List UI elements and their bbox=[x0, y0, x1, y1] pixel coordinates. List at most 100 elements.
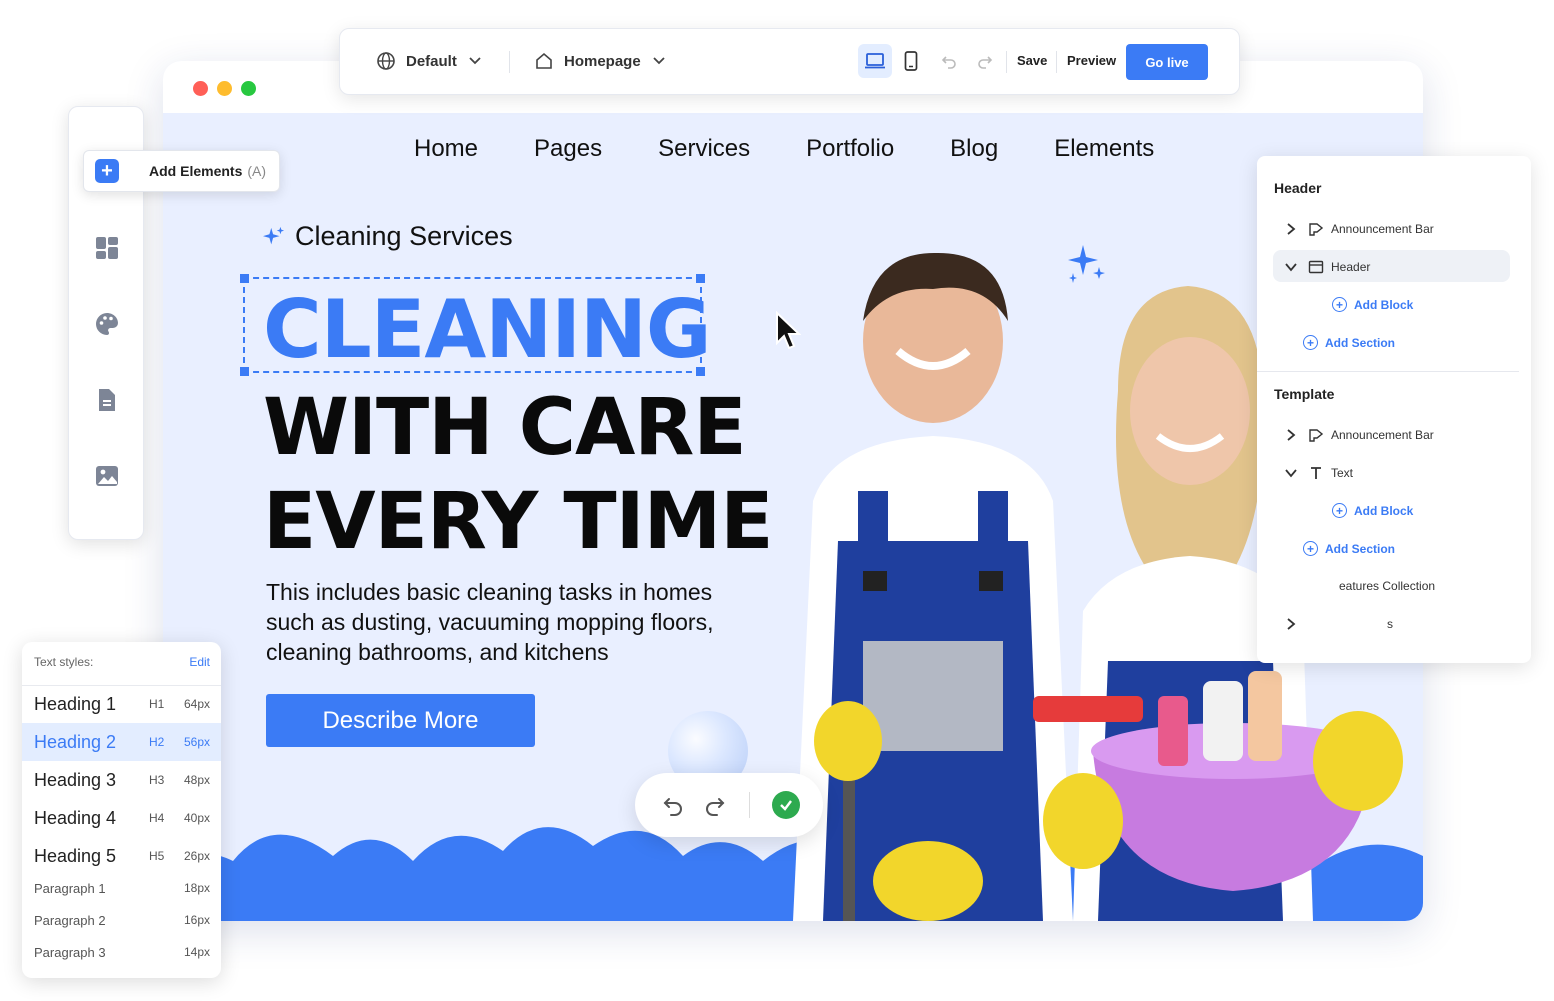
style-name: Paragraph 2 bbox=[34, 912, 106, 928]
hero-description[interactable]: This includes basic cleaning tasks in ho… bbox=[266, 577, 736, 667]
plus-circle-icon: + bbox=[1303, 335, 1318, 350]
language-select[interactable]: Default bbox=[376, 51, 483, 71]
layers-panel: Header Announcement Bar Header + Add Blo… bbox=[1257, 156, 1531, 663]
layer-item[interactable]: Header bbox=[1284, 259, 1370, 275]
plus-circle-icon: + bbox=[1332, 503, 1347, 518]
mouse-cursor-icon bbox=[776, 311, 801, 350]
chevron-right-icon bbox=[1287, 223, 1296, 235]
style-size: 14px bbox=[183, 945, 210, 959]
dashboard-icon[interactable] bbox=[93, 234, 121, 262]
add-section-button[interactable]: + Add Section bbox=[1303, 335, 1395, 350]
toolbar-divider bbox=[749, 792, 750, 818]
add-block-button[interactable]: + Add Block bbox=[1332, 503, 1413, 518]
chevron-down-icon bbox=[1285, 469, 1297, 478]
style-tag: H2 bbox=[149, 735, 165, 749]
add-section-label: Add Section bbox=[1325, 541, 1396, 556]
text-style-row[interactable]: Heading 3 H3 48px bbox=[22, 761, 221, 799]
toolbar-divider bbox=[509, 51, 510, 73]
layer-item[interactable]: Announcement Bar bbox=[1284, 221, 1434, 237]
kicker-text: Cleaning Services bbox=[295, 221, 513, 251]
layer-label: s bbox=[1387, 617, 1393, 631]
layer-item[interactable]: eatures Collection bbox=[1339, 579, 1435, 593]
style-size: 40px bbox=[183, 811, 210, 825]
add-block-label: Add Block bbox=[1354, 503, 1414, 518]
layer-item[interactable]: Announcement Bar bbox=[1284, 427, 1434, 443]
redo-icon[interactable] bbox=[703, 793, 727, 817]
nav-pages[interactable]: Pages bbox=[534, 135, 602, 163]
palette-icon[interactable] bbox=[93, 310, 121, 338]
style-size: 26px bbox=[183, 849, 210, 863]
add-elements-button[interactable]: + Add Elements (A) bbox=[83, 150, 280, 192]
text-style-row[interactable]: Paragraph 1 18px bbox=[22, 872, 221, 904]
plus-icon: + bbox=[95, 159, 119, 183]
style-tag: H4 bbox=[149, 811, 165, 825]
page-select[interactable]: Homepage bbox=[534, 51, 667, 71]
undo-icon[interactable] bbox=[940, 53, 958, 71]
plus-circle-icon: + bbox=[1332, 297, 1347, 312]
resize-handle[interactable] bbox=[696, 274, 705, 283]
close-window-button[interactable] bbox=[193, 81, 208, 96]
text-icon bbox=[1311, 467, 1321, 479]
document-icon[interactable] bbox=[93, 386, 121, 414]
chevron-right-icon bbox=[1287, 618, 1296, 630]
style-tag: H3 bbox=[149, 773, 165, 787]
text-style-row[interactable]: Heading 2 H2 56px bbox=[22, 723, 221, 761]
style-size: 48px bbox=[183, 773, 210, 787]
page-label: Homepage bbox=[564, 52, 641, 70]
style-name: Heading 4 bbox=[34, 807, 117, 828]
chevron-down-icon bbox=[653, 57, 665, 65]
header-layout-icon bbox=[1308, 260, 1324, 274]
announcement-icon bbox=[1309, 429, 1324, 442]
confirm-check-icon[interactable] bbox=[772, 791, 800, 819]
hero-headline-line-2[interactable]: WITH CARE bbox=[263, 383, 747, 473]
chevron-down-icon bbox=[469, 57, 481, 65]
describe-more-button[interactable]: Describe More bbox=[266, 694, 535, 747]
style-tag: H1 bbox=[149, 697, 165, 711]
add-section-button[interactable]: + Add Section bbox=[1303, 541, 1395, 556]
text-style-row[interactable]: Heading 4 H4 40px bbox=[22, 799, 221, 837]
style-name: Heading 1 bbox=[34, 693, 117, 714]
text-style-row[interactable]: Paragraph 2 16px bbox=[22, 904, 221, 936]
layer-label: Announcement Bar bbox=[1331, 428, 1434, 442]
resize-handle[interactable] bbox=[240, 367, 249, 376]
style-name: Paragraph 1 bbox=[34, 880, 106, 896]
layer-item[interactable]: s bbox=[1284, 617, 1393, 631]
hero-headline-line-1[interactable]: CLEANING bbox=[263, 283, 712, 376]
resize-handle[interactable] bbox=[240, 274, 249, 283]
layer-item[interactable]: Text bbox=[1284, 465, 1353, 481]
preview-button[interactable]: Preview bbox=[1067, 53, 1116, 68]
hero-headline-line-3[interactable]: EVERY TIME bbox=[263, 477, 773, 567]
style-name: Heading 5 bbox=[34, 845, 117, 866]
add-block-button[interactable]: + Add Block bbox=[1332, 297, 1413, 312]
minimize-window-button[interactable] bbox=[217, 81, 232, 96]
layer-label: Announcement Bar bbox=[1331, 222, 1434, 236]
add-elements-shortcut: (A) bbox=[247, 163, 267, 179]
go-live-button[interactable]: Go live bbox=[1126, 44, 1208, 80]
inline-edit-toolbar bbox=[635, 773, 823, 837]
save-button[interactable]: Save bbox=[1017, 53, 1047, 68]
nav-home[interactable]: Home bbox=[414, 135, 478, 163]
maximize-window-button[interactable] bbox=[241, 81, 256, 96]
nav-elements[interactable]: Elements bbox=[1054, 135, 1154, 163]
style-size: 64px bbox=[183, 697, 210, 711]
edit-link[interactable]: Edit bbox=[189, 655, 210, 669]
toolbar-divider bbox=[1006, 51, 1007, 73]
add-section-label: Add Section bbox=[1325, 335, 1396, 350]
text-style-row[interactable]: Heading 5 H5 26px bbox=[22, 837, 221, 875]
undo-icon[interactable] bbox=[661, 793, 685, 817]
style-size: 18px bbox=[183, 881, 210, 895]
style-size: 56px bbox=[183, 735, 210, 749]
mobile-view-button[interactable] bbox=[894, 44, 928, 78]
text-style-row[interactable]: Paragraph 3 14px bbox=[22, 936, 221, 968]
image-icon[interactable] bbox=[93, 462, 121, 490]
style-size: 16px bbox=[183, 913, 210, 927]
home-icon bbox=[536, 52, 552, 69]
nav-portfolio[interactable]: Portfolio bbox=[806, 135, 894, 163]
desktop-view-button[interactable] bbox=[858, 44, 892, 78]
nav-services[interactable]: Services bbox=[658, 135, 750, 163]
chevron-down-icon bbox=[1285, 263, 1297, 272]
redo-icon[interactable] bbox=[976, 53, 994, 71]
plus-circle-icon: + bbox=[1303, 541, 1318, 556]
nav-blog[interactable]: Blog bbox=[950, 135, 998, 163]
text-style-row[interactable]: Heading 1 H1 64px bbox=[22, 685, 221, 723]
